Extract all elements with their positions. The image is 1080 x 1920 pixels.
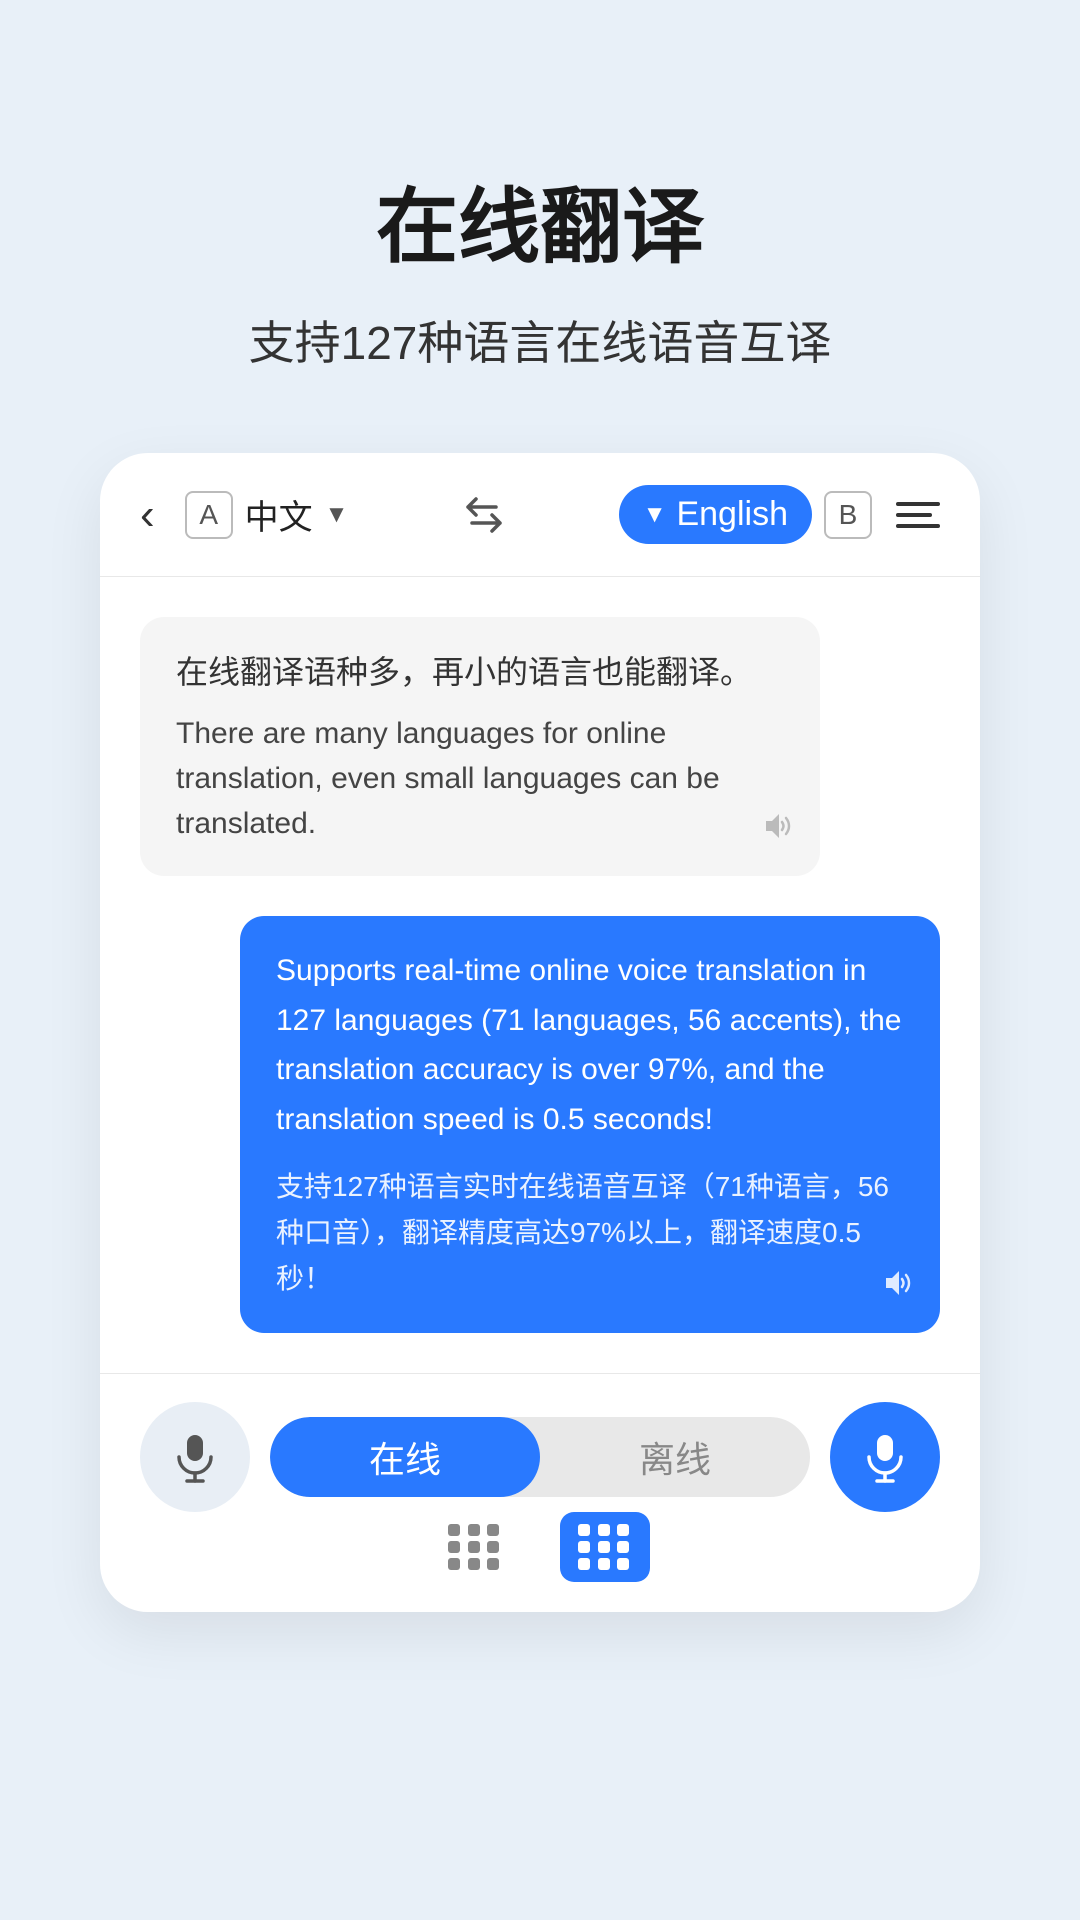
bottom-bar: 在线 离线: [100, 1373, 980, 1612]
offline-label: 离线: [639, 1431, 711, 1483]
page-title: 在线翻译: [249, 160, 832, 279]
keyboard-row: [140, 1512, 940, 1582]
received-original-text: 在线翻译语种多，再小的语言也能翻译。: [176, 647, 784, 693]
page-subtitle: 支持127种语言在线语音互译: [249, 307, 832, 373]
offline-mode-button[interactable]: 离线: [540, 1417, 810, 1497]
top-bar: ‹ A 中文 ▼ ▼ English B: [100, 453, 980, 577]
lang-english-selector[interactable]: ▼ English: [619, 485, 812, 544]
back-button[interactable]: ‹: [140, 493, 155, 537]
sent-speaker-icon[interactable]: [880, 1265, 916, 1309]
lang-a-selector[interactable]: A 中文 ▼: [185, 490, 349, 539]
page-header: 在线翻译 支持127种语言在线语音互译: [189, 0, 892, 453]
lang-a-dropdown-arrow: ▼: [325, 501, 349, 529]
menu-icon: [896, 524, 940, 528]
menu-icon: [896, 513, 932, 517]
sent-message-bubble: Supports real-time online voice translat…: [240, 916, 940, 1333]
received-translation-text: There are many languages for online tran…: [176, 711, 784, 846]
keyboard-active-button[interactable]: [560, 1512, 650, 1582]
sent-english-text: Supports real-time online voice translat…: [276, 946, 904, 1144]
online-mode-button[interactable]: 在线: [270, 1417, 540, 1497]
chat-area: 在线翻译语种多，再小的语言也能翻译。 There are many langua…: [100, 577, 980, 1373]
mode-row: 在线 离线: [140, 1402, 940, 1512]
app-card: ‹ A 中文 ▼ ▼ English B 在线翻译语种多，再小的语言也能翻译。: [100, 453, 980, 1612]
sent-chinese-text: 支持127种语言实时在线语音互译（71种语言，56种口音），翻译精度高达97%以…: [276, 1164, 904, 1303]
received-speaker-icon[interactable]: [760, 808, 796, 852]
lang-chinese-label: 中文: [245, 490, 313, 539]
online-offline-toggle[interactable]: 在线 离线: [270, 1417, 810, 1497]
menu-button[interactable]: [896, 502, 940, 528]
menu-icon: [896, 502, 940, 506]
received-message-bubble: 在线翻译语种多，再小的语言也能翻译。 There are many langua…: [140, 617, 820, 876]
lang-b-label: B: [824, 491, 872, 539]
swap-languages-button[interactable]: [460, 491, 508, 539]
keyboard-gray-button[interactable]: [430, 1512, 520, 1582]
online-label: 在线: [369, 1431, 441, 1483]
mic-left-button[interactable]: [140, 1402, 250, 1512]
lang-english-dropdown-arrow: ▼: [643, 501, 667, 529]
keyboard-gray-icon: [448, 1524, 502, 1570]
lang-english-text: English: [676, 495, 788, 534]
sent-message-wrapper: Supports real-time online voice translat…: [140, 916, 940, 1333]
keyboard-active-icon: [578, 1524, 632, 1570]
mic-right-button[interactable]: [830, 1402, 940, 1512]
lang-a-label: A: [185, 491, 233, 539]
